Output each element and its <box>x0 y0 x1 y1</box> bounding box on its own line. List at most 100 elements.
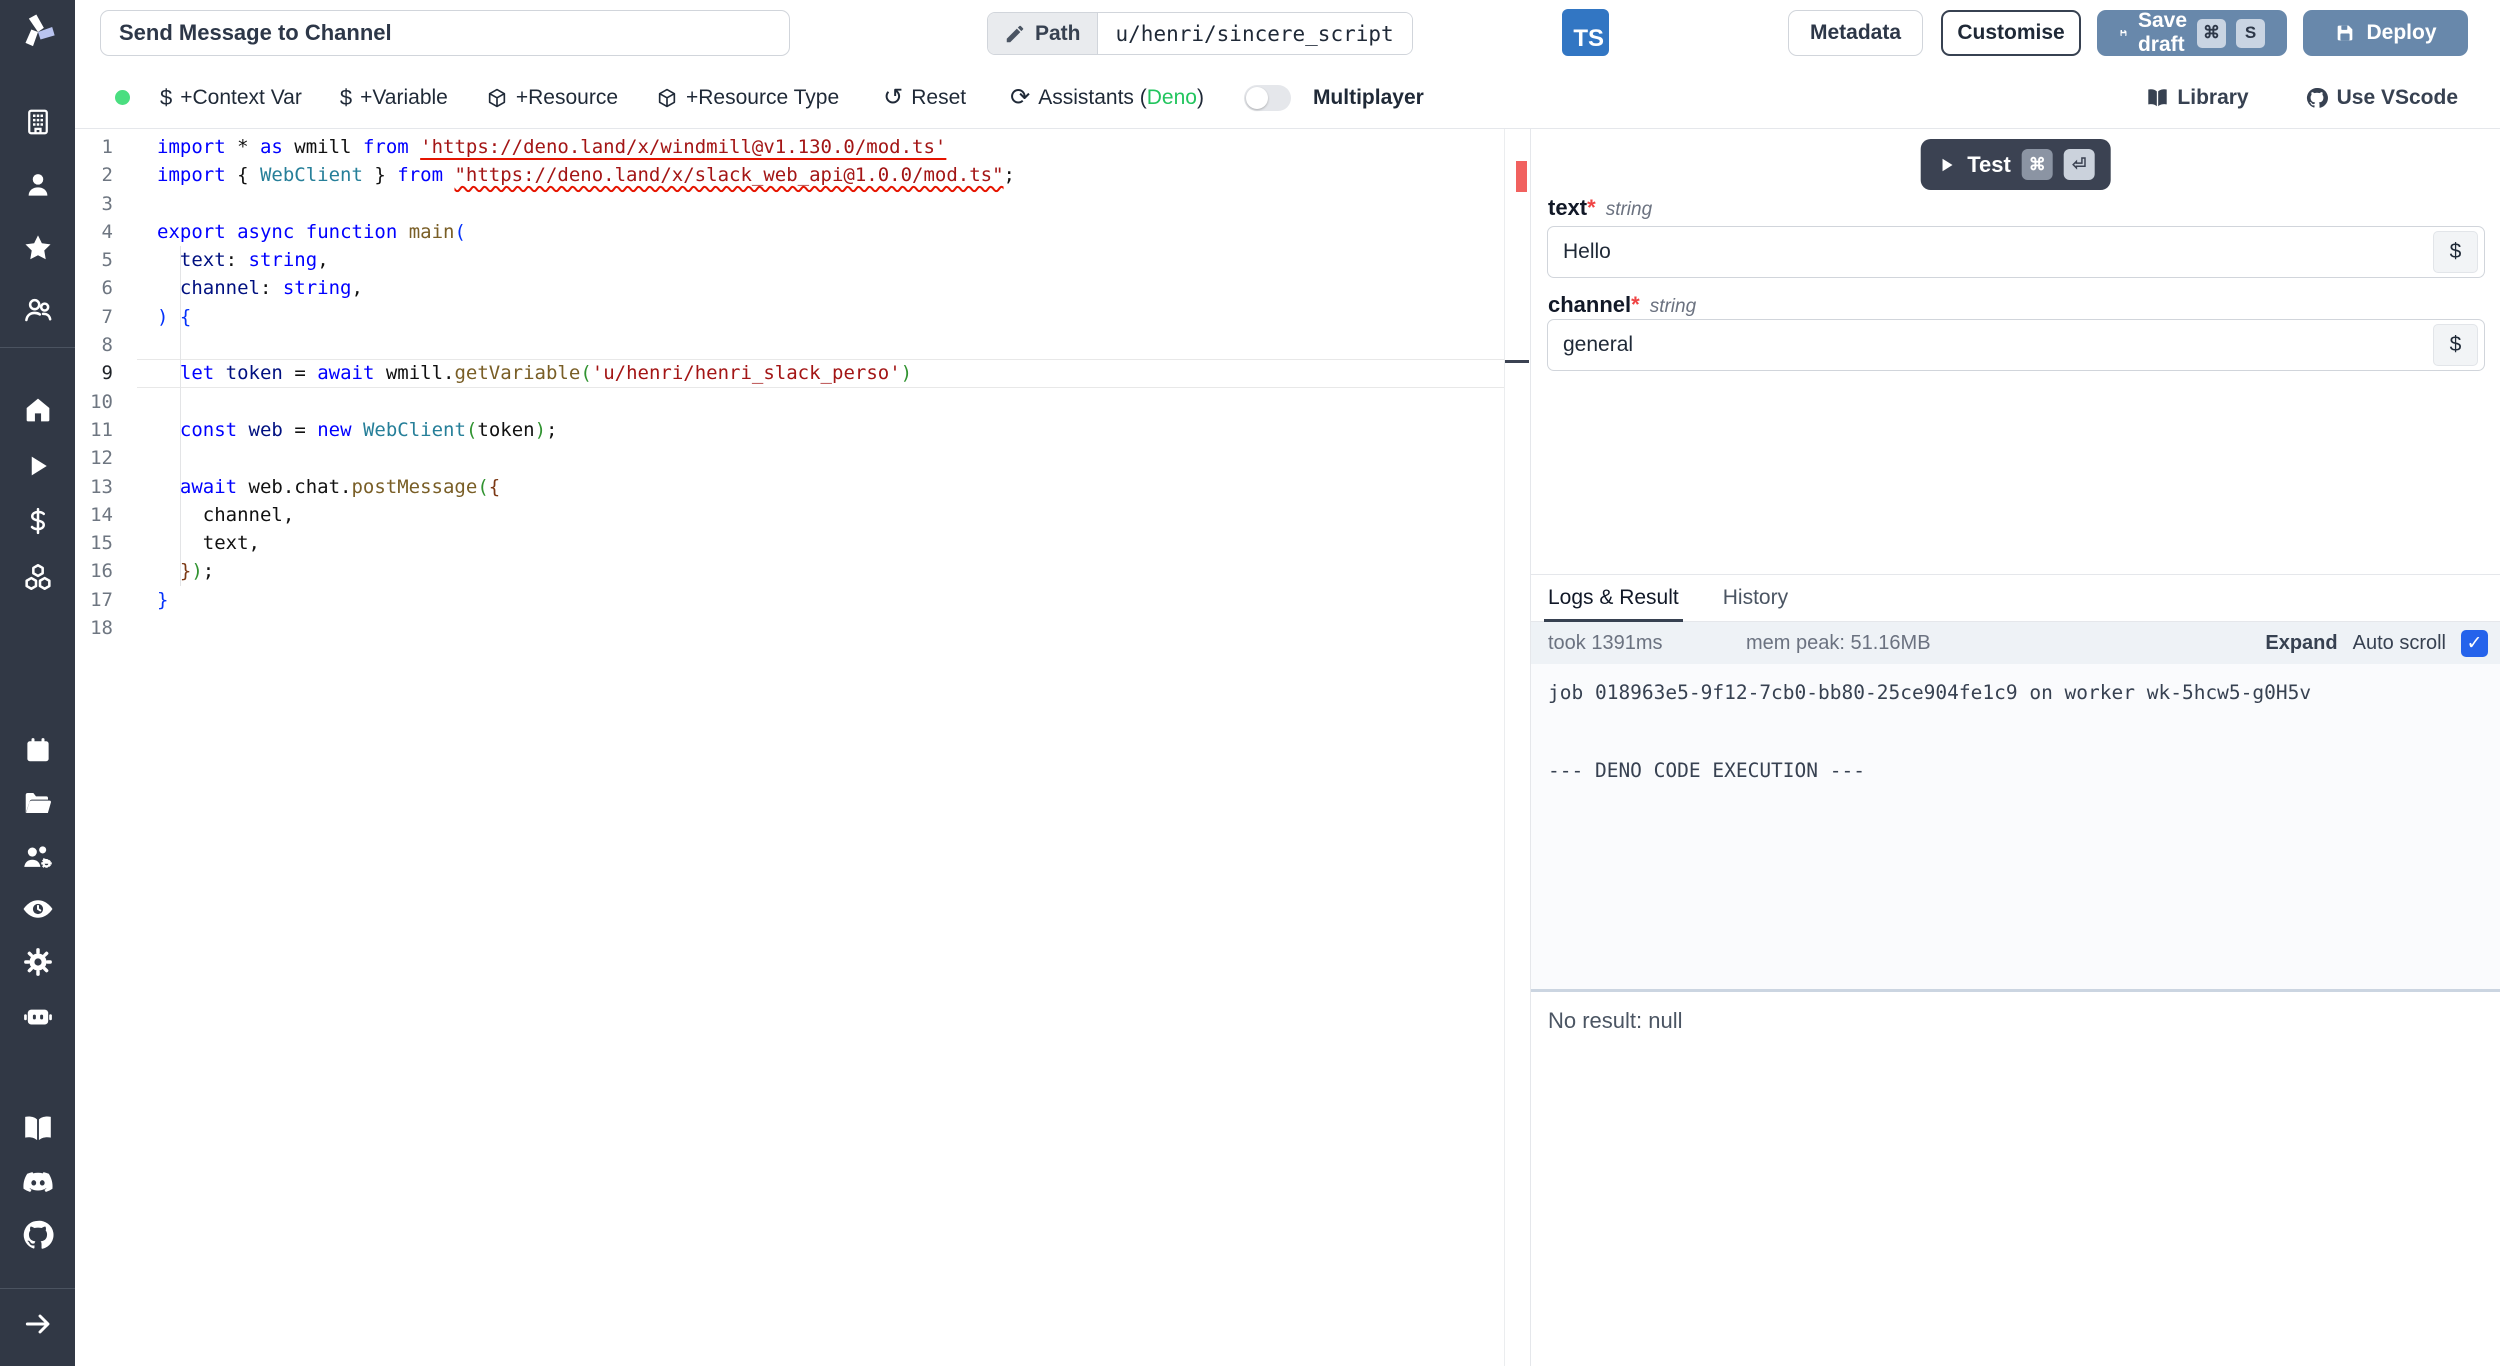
field-type: string <box>1649 296 1697 317</box>
result-tabbar: Logs & Result History <box>1531 575 2500 622</box>
vscode-icon <box>2306 87 2328 108</box>
test-label: Test <box>1967 151 2011 177</box>
customise-button[interactable]: Customise <box>1941 10 2081 56</box>
dollar-icon: $ <box>339 84 353 110</box>
add-context-var-label: +Context Var <box>180 85 302 109</box>
logs-body: took 1391ms mem peak: 51.16MB Expand Aut… <box>1531 622 2500 989</box>
customise-label: Customise <box>1957 21 2065 44</box>
sidebar-divider <box>0 1288 75 1289</box>
code-editor[interactable]: 1 2 3 4 5 6 7 8 9 10 11 12 13 14 15 16 17 18 import * as … <box>75 129 1530 1366</box>
result-area: No result: null <box>1531 992 2500 1366</box>
dollar-icon: $ <box>160 84 173 110</box>
add-variable-button[interactable]: $ +Variable <box>340 85 448 111</box>
cubes-icon[interactable] <box>0 555 75 599</box>
autoscroll-checkbox[interactable]: ✓ <box>2461 629 2488 657</box>
field-label-text: text* string <box>1548 195 1653 220</box>
save-icon <box>2338 25 2353 41</box>
tab-history[interactable]: History <box>1723 575 1788 621</box>
log-output: job 018963e5-9f12-7cb0-bb80-25ce904fe1c9… <box>1548 681 2312 782</box>
required-star: * <box>1631 292 1640 317</box>
cursor-position-marker <box>1505 360 1529 363</box>
code-lines[interactable]: import * as wmill from 'https://deno.lan… <box>157 133 1504 642</box>
use-vscode-button[interactable]: Use VScode <box>2305 86 2458 110</box>
multiplayer-label: Multiplayer <box>1312 85 1424 109</box>
calendar-icon[interactable] <box>0 728 75 772</box>
required-star: * <box>1587 195 1596 220</box>
gear-icon[interactable] <box>0 940 75 984</box>
duration-stat: took 1391ms <box>1548 631 1663 654</box>
run-panel: Test ⌘ ⏎ text* string $ channel* string … <box>1530 129 2500 1366</box>
save-icon <box>2120 30 2127 36</box>
package-icon <box>488 88 506 107</box>
star-icon[interactable] <box>0 226 75 270</box>
play-icon <box>1942 158 1953 171</box>
metadata-label: Metadata <box>1809 21 1902 44</box>
multiplayer-toggle[interactable] <box>1243 84 1291 111</box>
edit-path-button[interactable]: Path <box>988 13 1097 54</box>
result-text: No result: null <box>1548 1008 1683 1033</box>
discord-icon[interactable] <box>0 1160 75 1204</box>
arrow-right-icon[interactable] <box>0 1302 75 1346</box>
channel-arg-input[interactable] <box>1547 319 2485 371</box>
book-icon[interactable] <box>0 1106 75 1150</box>
path-group: Path u/henri/sincere_script <box>987 12 1413 55</box>
reset-button[interactable]: ↺ Reset <box>883 83 966 112</box>
metadata-button[interactable]: Metadata <box>1788 10 1923 56</box>
enter-key-pill: ⏎ <box>2063 149 2095 180</box>
add-context-var-button[interactable]: $ +Context Var <box>160 85 302 111</box>
tab-logs-result[interactable]: Logs & Result <box>1544 575 1683 622</box>
users-gear-icon[interactable] <box>0 835 75 879</box>
channel-var-picker-button[interactable]: $ <box>2433 324 2478 366</box>
save-draft-button[interactable]: Save draft ⌘ S <box>2097 9 2287 56</box>
users-icon[interactable] <box>0 288 75 332</box>
cmd-key-pill: ⌘ <box>2021 149 2053 180</box>
expand-link[interactable]: Expand <box>2265 632 2337 655</box>
deploy-button[interactable]: Deploy <box>2303 10 2468 56</box>
editor-toolbar: $ +Context Var $ +Variable +Resource +Re… <box>75 67 2500 129</box>
overview-ruler[interactable] <box>1504 129 1530 1366</box>
dollar-icon[interactable] <box>0 499 75 543</box>
autoscroll-label: Auto scroll <box>2352 631 2446 654</box>
package-icon <box>658 88 676 107</box>
user-icon[interactable] <box>0 163 75 207</box>
building-icon[interactable] <box>0 100 75 144</box>
github-icon[interactable] <box>0 1213 75 1257</box>
script-title-input[interactable] <box>100 10 790 56</box>
sidebar-divider <box>0 347 75 348</box>
assistants-label: Assistants (Deno) <box>1038 85 1204 109</box>
folder-open-icon[interactable] <box>0 781 75 825</box>
pencil-icon <box>1006 25 1024 42</box>
text-arg-input[interactable] <box>1547 226 2485 278</box>
add-variable-label: +Variable <box>360 85 448 109</box>
toggle-knob <box>1245 86 1268 109</box>
library-button[interactable]: Library <box>2146 85 2249 110</box>
home-icon[interactable] <box>0 388 75 432</box>
book-icon <box>2148 89 2168 107</box>
play-icon[interactable] <box>0 444 75 488</box>
save-draft-label: Save draft <box>2137 9 2187 56</box>
add-resource-label: +Resource <box>515 85 618 109</box>
test-button[interactable]: Test ⌘ ⏎ <box>1920 139 2111 190</box>
add-resource-type-button[interactable]: +Resource Type <box>656 86 839 110</box>
cmd-key-pill: ⌘ <box>2197 18 2226 48</box>
refresh-icon: ⟳ <box>1010 84 1031 111</box>
path-value[interactable]: u/henri/sincere_script <box>1096 13 1412 54</box>
use-vscode-label: Use VScode <box>2336 85 2458 109</box>
logs-section: Logs & Result History took 1391ms mem pe… <box>1531 574 2500 1366</box>
library-label: Library <box>2177 85 2249 109</box>
robot-icon[interactable] <box>0 994 75 1038</box>
sidebar <box>0 0 75 1366</box>
windmill-logo[interactable] <box>0 10 75 54</box>
text-var-picker-button[interactable]: $ <box>2433 231 2478 273</box>
logs-stats-row: took 1391ms mem peak: 51.16MB Expand Aut… <box>1531 622 2500 664</box>
assistants-button[interactable]: ⟳ Assistants (Deno) <box>1010 83 1204 112</box>
add-resource-button[interactable]: +Resource <box>486 86 618 110</box>
status-dot <box>115 90 130 105</box>
field-label-channel: channel* string <box>1548 292 1697 317</box>
s-key-pill: S <box>2236 18 2265 48</box>
error-marker <box>1516 161 1527 192</box>
eye-icon[interactable] <box>0 887 75 931</box>
field-type: string <box>1605 199 1653 220</box>
topbar: Path u/henri/sincere_script TS Metadata … <box>75 0 2500 67</box>
reset-icon: ↺ <box>883 84 904 111</box>
